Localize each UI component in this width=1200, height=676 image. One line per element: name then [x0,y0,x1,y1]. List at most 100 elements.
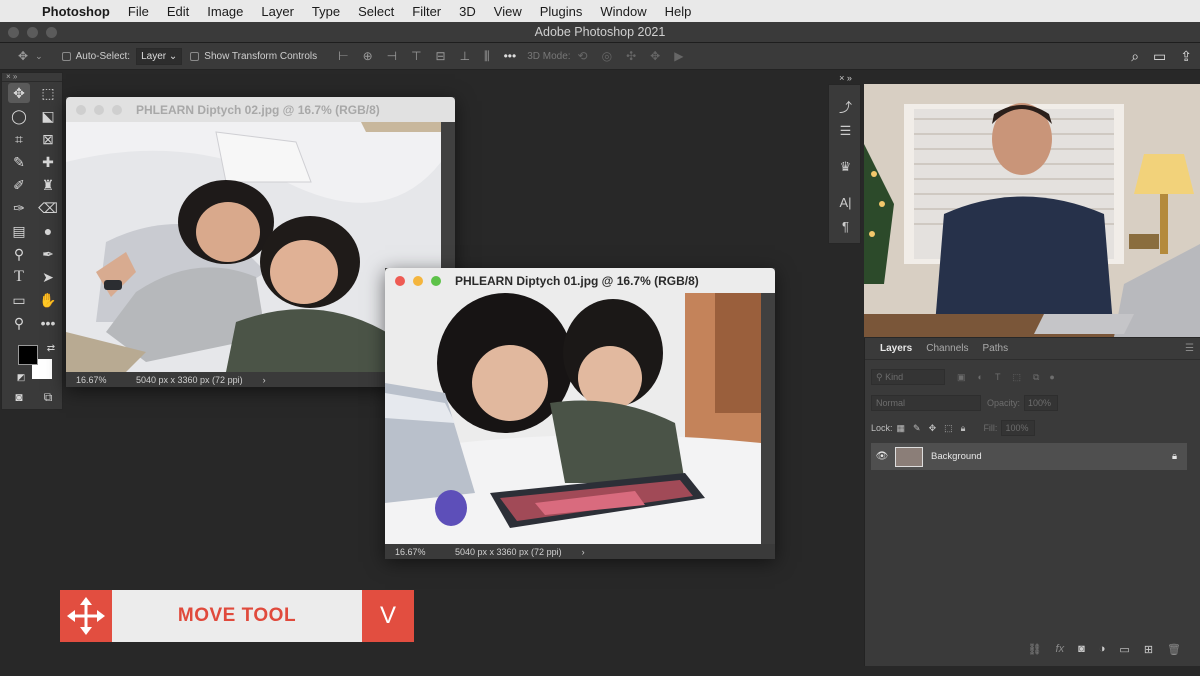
dodge-tool-icon[interactable]: ⚲ [8,244,30,264]
lock-image-icon[interactable]: ✎ [913,423,921,434]
workspace-icon[interactable]: ▭ [1153,48,1166,65]
filter-smart-object-icon[interactable]: ⧉ [1033,372,1039,383]
align-left-icon[interactable]: ⊢ [338,49,348,63]
layer-name[interactable]: Background [931,451,982,462]
auto-select-checkbox[interactable] [61,51,71,61]
status-menu-arrow[interactable]: › [263,375,266,385]
more-tools-icon[interactable]: ••• [37,313,59,333]
rectangle-tool-icon[interactable]: ▭ [8,290,30,310]
menu-plugins[interactable]: Plugins [531,4,592,19]
object-select-tool-icon[interactable]: ⬕ [37,106,59,126]
eraser-tool-icon[interactable]: ⌫ [37,198,59,218]
slide-3d-icon[interactable]: ✥ [650,49,660,63]
tab-layers[interactable]: Layers [873,343,919,354]
actions-panel-icon[interactable]: ♛ [829,159,862,175]
opacity-field[interactable]: 100% [1024,395,1059,411]
quick-mask-icon[interactable]: ◙ [8,387,30,407]
distribute-icon[interactable]: ⫼ [484,49,490,64]
zoom-level[interactable]: 16.67% [395,547,455,557]
brush-tool-icon[interactable]: ✐ [8,175,30,195]
lock-position-icon[interactable]: ✥ [929,423,937,434]
align-top-icon[interactable]: ⊤ [411,49,421,63]
delete-layer-icon[interactable]: 🗑︎ [1167,643,1181,656]
close-doc-button[interactable] [395,275,405,286]
character-panel-icon[interactable]: A| [829,195,862,210]
lock-all-icon[interactable]: 🔒︎ [961,423,966,434]
zoom-window-button[interactable] [46,27,57,38]
adjustments-panel-icon[interactable]: ☰ [829,123,862,139]
type-tool-icon[interactable]: T [8,267,30,287]
zoom-level[interactable]: 16.67% [76,375,136,385]
zoom-doc-button[interactable] [112,104,122,115]
more-options-icon[interactable]: ••• [504,49,517,63]
menu-window[interactable]: Window [591,4,655,19]
close-doc-button[interactable] [76,104,86,115]
align-bottom-icon[interactable]: ⊥ [460,49,470,63]
tab-channels[interactable]: Channels [919,343,975,354]
share-icon[interactable]: ⇪ [1180,48,1192,65]
frame-tool-icon[interactable]: ⊠ [37,129,59,149]
filter-kind-dropdown[interactable]: ⚲ Kind [871,369,945,385]
marquee-tool-icon[interactable]: ⬚ [37,83,59,103]
tab-paths[interactable]: Paths [976,343,1016,354]
layer-mask-icon[interactable]: ◙ [1078,643,1085,656]
healing-brush-tool-icon[interactable]: ✚ [37,152,59,172]
filter-type-icon[interactable]: T [995,372,1001,382]
history-brush-tool-icon[interactable]: ✑ [8,198,30,218]
document-title-bar[interactable]: PHLEARN Diptych 01.jpg @ 16.7% (RGB/8) [385,268,775,293]
paragraph-panel-icon[interactable]: ¶ [829,219,862,234]
search-icon[interactable]: ⌕ [1131,48,1139,65]
eye-icon[interactable]: 👁︎ [871,451,893,462]
menu-file[interactable]: File [119,4,158,19]
filter-pixel-icon[interactable]: ▣ [957,372,966,383]
lock-transparent-icon[interactable]: ▦ [897,423,906,434]
filter-adjustment-icon[interactable]: ◐ [978,372,983,382]
document-window-diptych-01[interactable]: PHLEARN Diptych 01.jpg @ 16.7% (RGB/8) 1… [385,268,775,559]
crop-tool-icon[interactable]: ⌗ [8,129,30,149]
status-menu-arrow[interactable]: › [582,547,585,557]
menu-app-name[interactable]: Photoshop [40,4,119,19]
document-title-bar[interactable]: PHLEARN Diptych 02.jpg @ 16.7% (RGB/8) [66,97,455,122]
new-group-icon[interactable]: ▭ [1119,643,1129,656]
default-colors-icon[interactable]: ◩ [10,367,32,387]
menu-layer[interactable]: Layer [252,4,303,19]
auto-select-dropdown[interactable]: Layer ⌄ [136,47,183,65]
tools-panel-close-icon[interactable]: × » [2,73,62,82]
move-tool-icon[interactable]: ✥ [8,83,30,103]
drag-3d-icon[interactable]: ✣ [626,49,636,63]
menu-view[interactable]: View [485,4,531,19]
history-panel-icon[interactable]: ⤴ [829,97,862,116]
align-center-icon[interactable]: ⊕ [363,49,373,63]
minimize-window-button[interactable] [27,27,38,38]
foreground-color-swatch[interactable] [18,345,38,365]
menu-image[interactable]: Image [198,4,252,19]
hand-tool-icon[interactable]: ✋ [37,290,59,310]
move-tool-preset-icon[interactable]: ✥ [18,49,28,63]
zoom-tool-icon[interactable]: ⚲ [8,313,30,333]
gradient-tool-icon[interactable]: ▤ [8,221,30,241]
fill-field[interactable]: 100% [1001,420,1036,436]
filter-shape-icon[interactable]: ⬚ [1012,372,1021,383]
roll-3d-icon[interactable]: ◎ [602,49,612,63]
new-layer-icon[interactable]: ⊞ [1144,643,1153,656]
minimize-doc-button[interactable] [413,275,423,286]
lasso-tool-icon[interactable]: ◯ [8,106,30,126]
panel-collapse-icon[interactable]: × » [829,73,862,83]
chevron-down-icon[interactable]: ⌄ [35,51,43,62]
zoom-doc-button[interactable] [431,275,441,286]
transform-controls-checkbox[interactable] [190,51,200,61]
menu-edit[interactable]: Edit [158,4,198,19]
orbit-3d-icon[interactable]: ⟲ [578,49,588,63]
screen-mode-icon[interactable]: ⧉ [37,387,59,407]
lock-artboard-icon[interactable]: ⬚ [944,423,953,434]
menu-filter[interactable]: Filter [403,4,450,19]
pen-tool-icon[interactable]: ✒ [37,244,59,264]
menu-type[interactable]: Type [303,4,349,19]
clone-stamp-tool-icon[interactable]: ♜ [37,175,59,195]
camera-3d-icon[interactable]: ▶ [674,49,683,63]
swap-colors-icon[interactable]: ⇄ [40,339,62,359]
filter-toggle-icon[interactable]: ● [1049,372,1054,382]
panel-menu-icon[interactable]: ☰ [1185,343,1194,354]
minimize-doc-button[interactable] [94,104,104,115]
layer-row-background[interactable]: 👁︎ Background 🔒︎ [871,443,1187,470]
